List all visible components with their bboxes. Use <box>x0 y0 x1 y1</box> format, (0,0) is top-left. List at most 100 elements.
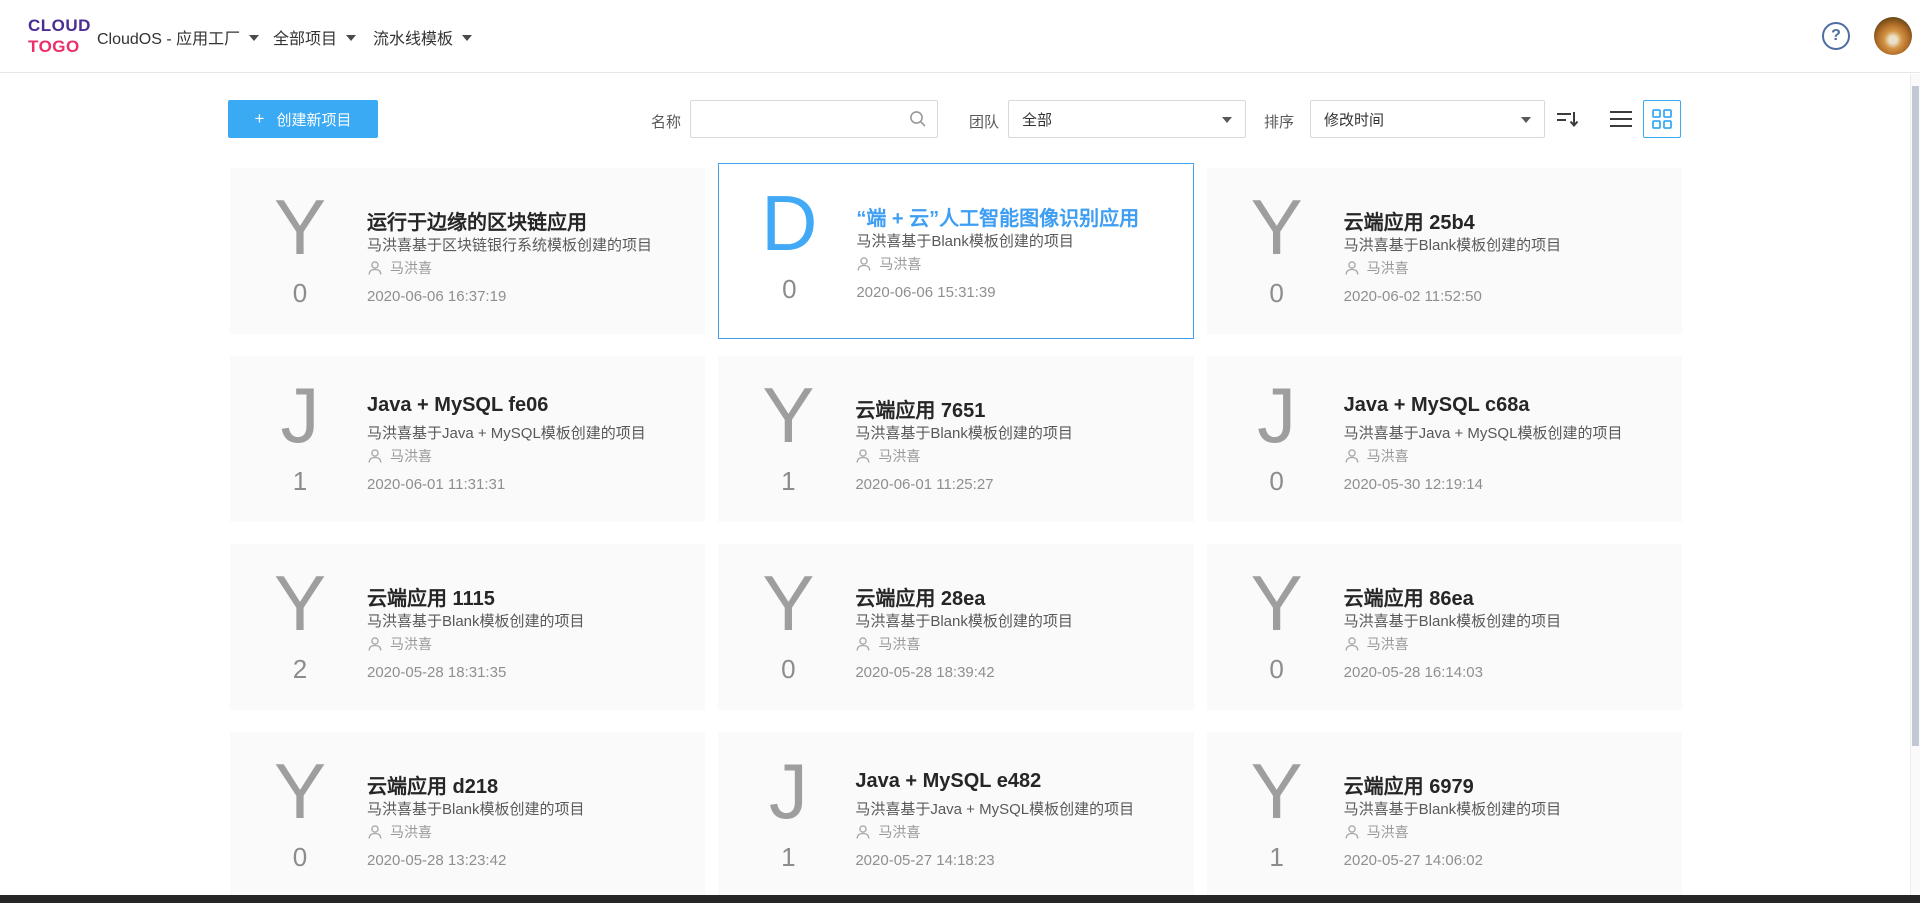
project-title[interactable]: 云端应用 28ea <box>855 582 985 611</box>
project-title[interactable]: 云端应用 86ea <box>1344 582 1474 611</box>
project-grid-cell: J 1 Java + MySQL e482 马洪喜基于Java + MySQL模… <box>718 732 1193 898</box>
person-icon <box>1344 824 1360 840</box>
project-avatar-letter: J <box>230 372 370 458</box>
project-timestamp: 2020-05-30 12:19:14 <box>1344 476 1483 493</box>
name-search-box <box>690 100 938 138</box>
project-title[interactable]: 云端应用 7651 <box>855 394 985 423</box>
project-count: 2 <box>230 654 370 685</box>
project-description: 马洪喜基于Blank模板创建的项目 <box>1344 610 1562 631</box>
project-avatar-letter: D <box>719 180 859 266</box>
scrollbar-thumb[interactable] <box>1912 86 1919 746</box>
project-description: 马洪喜基于Blank模板创建的项目 <box>1344 798 1562 819</box>
vertical-scrollbar[interactable] <box>1910 74 1920 903</box>
project-timestamp: 2020-06-02 11:52:50 <box>1344 288 1482 305</box>
project-title[interactable]: 云端应用 1115 <box>367 582 495 611</box>
project-avatar-letter: J <box>1207 372 1347 458</box>
project-avatar-letter: Y <box>230 748 370 834</box>
project-grid-cell: Y 0 云端应用 25b4 马洪喜基于Blank模板创建的项目 马洪喜 2020… <box>1207 168 1682 334</box>
brand-logo[interactable]: CLOUD TOGO <box>28 15 91 57</box>
project-member-name: 马洪喜 <box>878 822 920 842</box>
project-count: 0 <box>719 274 859 305</box>
project-member-name: 马洪喜 <box>879 254 921 274</box>
person-icon <box>1344 448 1360 464</box>
nav-item-all-projects[interactable]: 全部项目 <box>273 0 356 73</box>
project-timestamp: 2020-05-27 14:18:23 <box>855 852 994 869</box>
sort-direction-button[interactable] <box>1548 100 1586 138</box>
project-avatar-letter: Y <box>1207 184 1347 270</box>
project-grid-cell: J 0 Java + MySQL c68a 马洪喜基于Java + MySQL模… <box>1207 356 1682 522</box>
project-title[interactable]: Java + MySQL c68a <box>1344 394 1530 417</box>
help-icon[interactable]: ? <box>1822 22 1850 50</box>
project-card[interactable]: J 1 Java + MySQL e482 马洪喜基于Java + MySQL模… <box>718 732 1193 898</box>
project-member: 马洪喜 <box>367 258 432 278</box>
sort-select[interactable]: 修改时间 <box>1310 100 1545 138</box>
project-title[interactable]: 云端应用 6979 <box>1344 770 1474 799</box>
project-count: 1 <box>718 466 858 497</box>
project-title[interactable]: “端 + 云”人工智能图像识别应用 <box>856 202 1139 231</box>
project-card[interactable]: Y 0 云端应用 86ea 马洪喜基于Blank模板创建的项目 马洪喜 2020… <box>1207 544 1682 710</box>
sort-select-value: 修改时间 <box>1324 109 1384 130</box>
project-card[interactable]: Y 1 云端应用 6979 马洪喜基于Blank模板创建的项目 马洪喜 2020… <box>1207 732 1682 898</box>
project-card[interactable]: Y 1 云端应用 7651 马洪喜基于Blank模板创建的项目 马洪喜 2020… <box>718 356 1193 522</box>
nav-item-pipeline-templates[interactable]: 流水线模板 <box>373 0 472 73</box>
project-count: 0 <box>230 278 370 309</box>
project-count: 1 <box>1207 842 1347 873</box>
project-member-name: 马洪喜 <box>1367 634 1409 654</box>
project-member: 马洪喜 <box>367 446 432 466</box>
user-avatar[interactable] <box>1874 17 1912 55</box>
project-grid-cell: Y 1 云端应用 6979 马洪喜基于Blank模板创建的项目 马洪喜 2020… <box>1207 732 1682 898</box>
project-timestamp: 2020-05-28 16:14:03 <box>1344 664 1483 681</box>
search-icon[interactable] <box>909 110 927 128</box>
project-avatar-letter: Y <box>230 560 370 646</box>
person-icon <box>367 448 383 464</box>
project-count: 0 <box>1207 466 1347 497</box>
help-glyph: ? <box>1831 27 1841 45</box>
project-avatar-letter: Y <box>1207 560 1347 646</box>
project-description: 马洪喜基于Blank模板创建的项目 <box>367 610 585 631</box>
project-title[interactable]: Java + MySQL fe06 <box>367 394 548 417</box>
project-grid-cell: Y 2 云端应用 1115 马洪喜基于Blank模板创建的项目 马洪喜 2020… <box>230 544 705 710</box>
project-count: 1 <box>230 466 370 497</box>
project-member-name: 马洪喜 <box>1367 446 1409 466</box>
chevron-down-icon <box>346 35 356 41</box>
project-avatar-letter: Y <box>718 372 858 458</box>
project-title[interactable]: 云端应用 d218 <box>367 770 498 799</box>
person-icon <box>367 824 383 840</box>
grid-view-button[interactable] <box>1643 100 1681 138</box>
project-timestamp: 2020-06-01 11:31:31 <box>367 476 505 493</box>
project-count: 0 <box>230 842 370 873</box>
nav-item-cloudos-app-factory[interactable]: CloudOS - 应用工厂 <box>97 0 259 73</box>
project-title[interactable]: 云端应用 25b4 <box>1344 206 1475 235</box>
project-description: 马洪喜基于Blank模板创建的项目 <box>855 422 1073 443</box>
project-timestamp: 2020-05-28 18:39:42 <box>855 664 994 681</box>
sort-filter-label: 排序 <box>1264 111 1294 132</box>
project-description: 马洪喜基于Blank模板创建的项目 <box>855 610 1073 631</box>
team-select[interactable]: 全部 <box>1008 100 1246 138</box>
brand-logo-line2: TOGO <box>28 36 91 57</box>
create-project-button[interactable]: + 创建新项目 <box>228 100 378 138</box>
project-grid-cell: J 1 Java + MySQL fe06 马洪喜基于Java + MySQL模… <box>230 356 705 522</box>
project-card[interactable]: Y 0 云端应用 28ea 马洪喜基于Blank模板创建的项目 马洪喜 2020… <box>718 544 1193 710</box>
project-card[interactable]: D 0 “端 + 云”人工智能图像识别应用 马洪喜基于Blank模板创建的项目 … <box>718 163 1193 339</box>
project-card[interactable]: Y 2 云端应用 1115 马洪喜基于Blank模板创建的项目 马洪喜 2020… <box>230 544 705 710</box>
plus-icon: + <box>255 109 265 129</box>
project-count: 0 <box>1207 278 1347 309</box>
project-card[interactable]: Y 0 云端应用 25b4 马洪喜基于Blank模板创建的项目 马洪喜 2020… <box>1207 168 1682 334</box>
project-card[interactable]: Y 0 云端应用 d218 马洪喜基于Blank模板创建的项目 马洪喜 2020… <box>230 732 705 898</box>
project-title[interactable]: 运行于边缘的区块链应用 <box>367 206 587 235</box>
project-avatar-letter: Y <box>718 560 858 646</box>
project-card[interactable]: J 0 Java + MySQL c68a 马洪喜基于Java + MySQL模… <box>1207 356 1682 522</box>
project-description: 马洪喜基于Java + MySQL模板创建的项目 <box>367 422 646 443</box>
name-search-input[interactable] <box>691 101 937 137</box>
project-count: 0 <box>1207 654 1347 685</box>
project-timestamp: 2020-05-28 13:23:42 <box>367 852 506 869</box>
project-member: 马洪喜 <box>855 822 920 842</box>
project-avatar-letter: J <box>718 748 858 834</box>
project-card[interactable]: Y 0 运行于边缘的区块链应用 马洪喜基于区块链银行系统模板创建的项目 马洪喜 … <box>230 168 705 334</box>
project-member: 马洪喜 <box>1344 822 1409 842</box>
project-title[interactable]: Java + MySQL e482 <box>855 770 1041 793</box>
list-view-button[interactable] <box>1602 100 1640 138</box>
nav-item-label: 流水线模板 <box>373 25 453 49</box>
project-card[interactable]: J 1 Java + MySQL fe06 马洪喜基于Java + MySQL模… <box>230 356 705 522</box>
project-description: 马洪喜基于Blank模板创建的项目 <box>367 798 585 819</box>
